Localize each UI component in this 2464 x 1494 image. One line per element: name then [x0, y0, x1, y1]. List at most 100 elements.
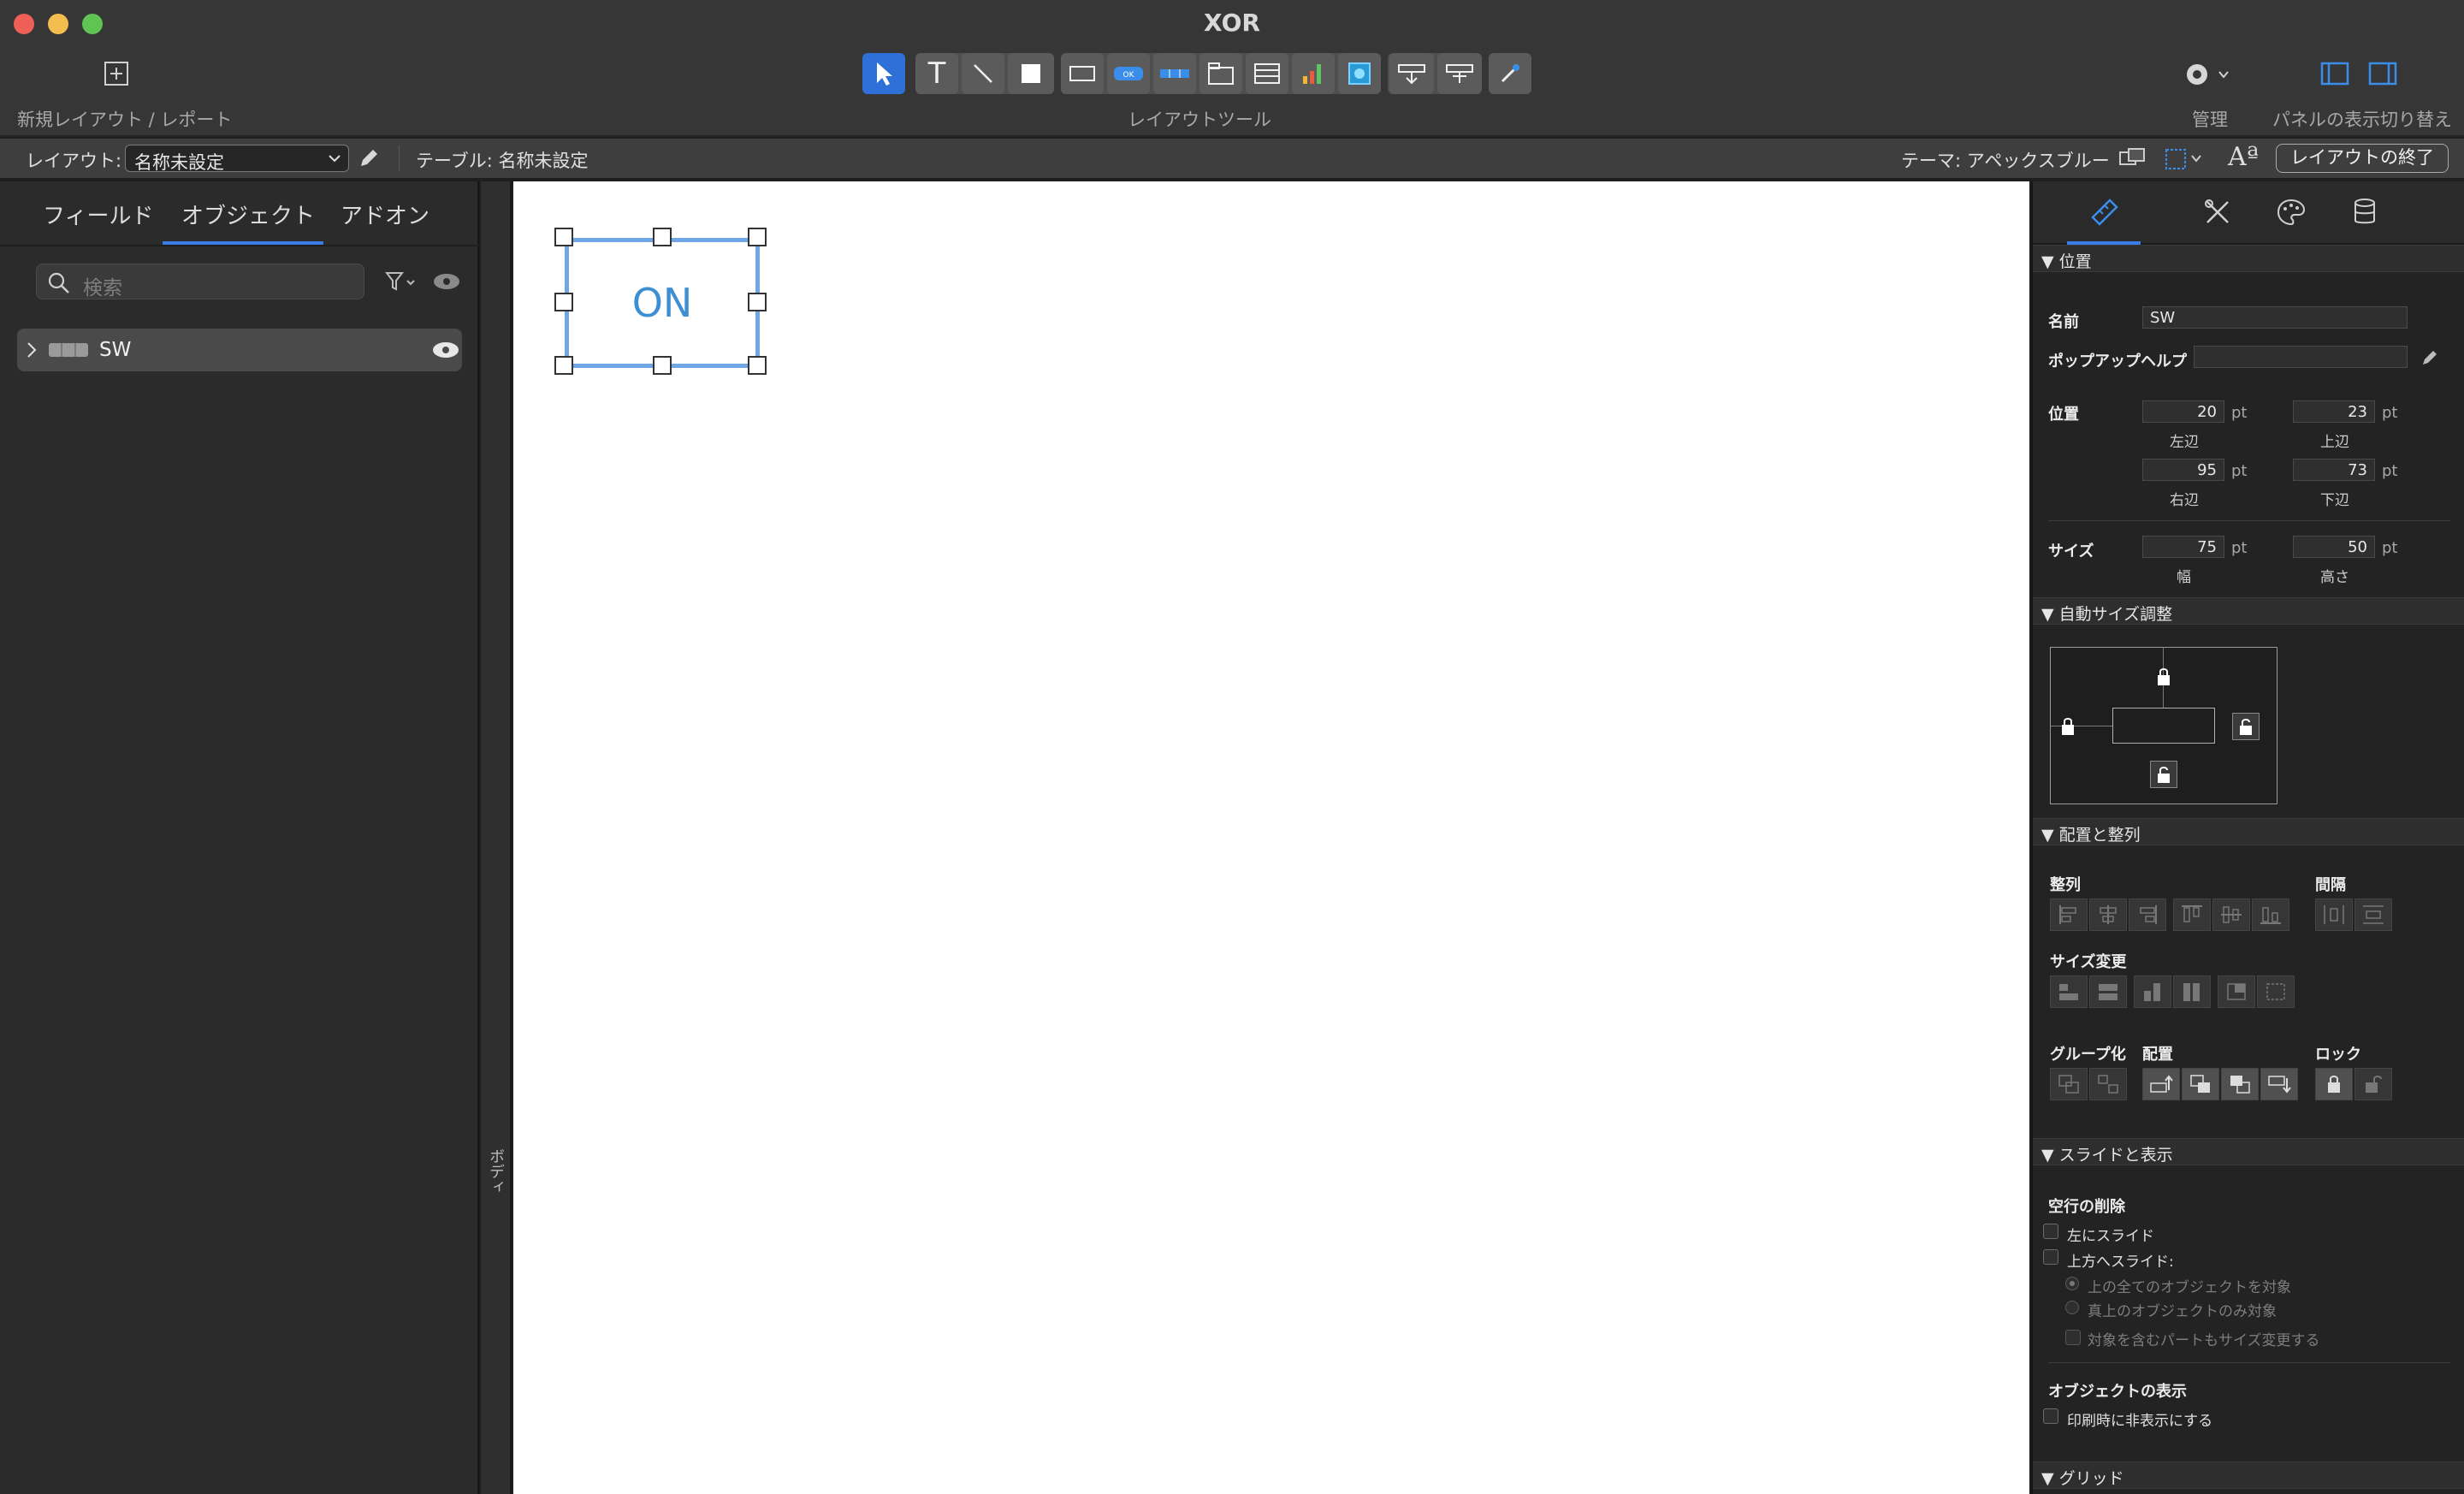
align-right-button[interactable]	[2129, 898, 2166, 931]
lock-button[interactable]	[2315, 1068, 2353, 1100]
distribute-vertical-button[interactable]	[2354, 898, 2392, 931]
body-part-label[interactable]: ボディ	[486, 1148, 506, 1195]
tab-control-tool-button[interactable]	[1199, 53, 1242, 94]
toggle-right-panel-button[interactable]	[2368, 62, 2397, 86]
align-top-button[interactable]	[2173, 898, 2211, 931]
align-middle-button[interactable]	[2212, 898, 2250, 931]
bottom-edge-field[interactable]: 73	[2293, 459, 2375, 481]
distribute-horizontal-button[interactable]	[2315, 898, 2353, 931]
object-state-icon[interactable]	[2165, 147, 2207, 171]
manage-button[interactable]	[2182, 60, 2236, 89]
right-edge-field[interactable]: 95	[2142, 459, 2224, 481]
palette-icon[interactable]	[2276, 197, 2307, 228]
popup-help-field[interactable]	[2194, 346, 2408, 368]
web-viewer-tool-button[interactable]	[1338, 53, 1381, 94]
button-tool-button[interactable]: OK	[1107, 53, 1150, 94]
align-left-button[interactable]	[2050, 898, 2088, 931]
arrange-section-header[interactable]: ▼ 配置と整列	[2033, 818, 2464, 845]
height-field[interactable]: 50	[2293, 536, 2375, 558]
tab-objects[interactable]: オブジェクト	[181, 199, 315, 230]
tab-fields[interactable]: フィールド	[43, 199, 153, 230]
resize-smallest-icon	[2227, 983, 2246, 1000]
database-icon[interactable]	[2351, 197, 2378, 228]
align-center-button[interactable]	[2089, 898, 2127, 931]
group-button[interactable]	[2050, 1068, 2088, 1100]
resize-largest-width-button[interactable]	[2089, 975, 2127, 1008]
slide-left-checkbox[interactable]	[2043, 1224, 2058, 1239]
resize-handle[interactable]	[554, 293, 573, 311]
list-item[interactable]: SW	[17, 329, 462, 371]
field-tool-button[interactable]	[1061, 53, 1104, 94]
select-tool-button[interactable]	[862, 53, 905, 94]
width-field[interactable]: 75	[2142, 536, 2224, 558]
chevron-right-icon[interactable]	[24, 341, 39, 359]
top-edge-field[interactable]: 23	[2293, 400, 2375, 423]
toggle-left-panel-button[interactable]	[2320, 62, 2349, 86]
visibility-eye-icon[interactable]	[431, 339, 460, 361]
bring-forward-button[interactable]	[2182, 1068, 2219, 1100]
slide-section-header[interactable]: ▼ スライドと表示	[2033, 1138, 2464, 1165]
unlock-bottom-button[interactable]	[2150, 761, 2177, 788]
button-bar-tool-button[interactable]	[1153, 53, 1196, 94]
radio-directly-above[interactable]	[2065, 1301, 2079, 1314]
resize-largest-height-button[interactable]	[2173, 975, 2211, 1008]
resize-handle[interactable]	[554, 228, 573, 246]
insert-part-button[interactable]	[1437, 53, 1482, 94]
pencil-icon[interactable]	[2420, 347, 2440, 368]
left-panel-icon	[2320, 62, 2349, 86]
tab-position[interactable]	[2067, 181, 2141, 245]
new-layout-button[interactable]	[103, 60, 130, 87]
spacing-label: 間隔	[2315, 876, 2346, 894]
resize-largest-button[interactable]	[2257, 975, 2295, 1008]
layout-select[interactable]: 名称未設定	[125, 145, 349, 173]
align-bottom-button[interactable]	[2252, 898, 2289, 931]
resize-smallest-width-button[interactable]	[2050, 975, 2088, 1008]
resize-handle[interactable]	[554, 356, 573, 375]
insert-part-icon	[1446, 64, 1473, 83]
position-section-header[interactable]: ▼ 位置	[2033, 245, 2464, 272]
send-to-back-button[interactable]	[2260, 1068, 2298, 1100]
resize-handle[interactable]	[653, 356, 672, 375]
hide-when-printing-checkbox[interactable]	[2043, 1408, 2058, 1424]
text-style-icon[interactable]: Aª	[2228, 142, 2259, 172]
shape-tool-button[interactable]	[1008, 53, 1054, 94]
layout-canvas[interactable]: ON	[513, 181, 2029, 1494]
filter-icon[interactable]	[385, 270, 419, 294]
styles-tools-icon[interactable]	[2202, 197, 2233, 228]
pencil-icon[interactable]	[358, 147, 380, 169]
resize-smallest-button[interactable]	[2218, 975, 2255, 1008]
grid-section-header[interactable]: ▼ グリッド	[2033, 1461, 2464, 1489]
exit-layout-button[interactable]: レイアウトの終了	[2276, 144, 2449, 173]
insert-field-button[interactable]	[1389, 53, 1434, 94]
bring-to-front-button[interactable]	[2142, 1068, 2180, 1100]
ungroup-button[interactable]	[2089, 1068, 2127, 1100]
slide-up-checkbox[interactable]	[2043, 1249, 2058, 1265]
unlock-button[interactable]	[2354, 1068, 2392, 1100]
styles-icon[interactable]	[2118, 147, 2147, 171]
text-tool-button[interactable]: T	[915, 53, 958, 94]
send-backward-button[interactable]	[2221, 1068, 2259, 1100]
autosize-section-header[interactable]: ▼ 自動サイズ調整	[2033, 597, 2464, 625]
search-input[interactable]: 検索	[36, 264, 364, 299]
resize-handle[interactable]	[748, 356, 767, 375]
tab-addons[interactable]: アドオン	[341, 199, 429, 230]
line-tool-button[interactable]	[962, 53, 1004, 94]
ruler-icon	[2091, 199, 2118, 226]
format-painter-button[interactable]	[1489, 53, 1531, 94]
lock-icon[interactable]	[2059, 716, 2076, 737]
left-edge-field[interactable]: 20	[2142, 400, 2224, 423]
radio-all-above[interactable]	[2065, 1277, 2079, 1290]
inspector-tabs	[2033, 181, 2464, 245]
resize-smallest-height-button[interactable]	[2134, 975, 2171, 1008]
lock-icon[interactable]	[2155, 667, 2172, 687]
resize-handle[interactable]	[748, 228, 767, 246]
unlock-right-button[interactable]	[2232, 713, 2260, 740]
sw-button-object[interactable]: ON	[565, 238, 760, 368]
chart-tool-button[interactable]	[1292, 53, 1335, 94]
portal-tool-button[interactable]	[1246, 53, 1288, 94]
resize-handle[interactable]	[653, 228, 672, 246]
resize-enclosing-checkbox[interactable]	[2065, 1330, 2081, 1345]
resize-handle[interactable]	[748, 293, 767, 311]
visibility-eye-icon[interactable]	[431, 270, 462, 293]
name-field[interactable]: SW	[2142, 306, 2408, 329]
